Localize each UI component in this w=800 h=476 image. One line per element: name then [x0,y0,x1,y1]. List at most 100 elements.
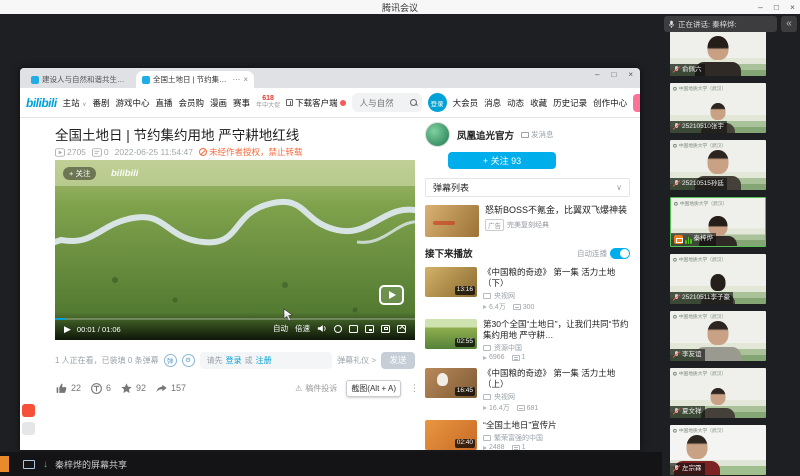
close-icon[interactable]: × [790,2,795,12]
related-video-title: 《中国粮的奇迹》 第一集 活力土地（下） [483,267,630,289]
nav-item-moments[interactable]: 动态 [507,97,524,109]
participant-tile[interactable]: 中国地质大学（武汉） 夏文祥 [670,368,766,418]
nav-item-shop[interactable]: 会员购 [179,97,205,109]
share-button[interactable]: 157 [155,382,186,395]
report-link[interactable]: ⚠ 稿件投诉 [295,383,337,394]
ad-card[interactable]: 怒斩BOSS不氪金，比翼双飞爆神装 广告 完美复刻经典 [425,205,630,237]
upload-button[interactable]: 投稿 [633,94,640,112]
participant-name: 李友谊 [682,352,702,359]
send-danmaku-button[interactable]: 发送 [381,352,415,369]
mic-active-icon [685,236,692,244]
school-logo-icon [673,371,677,375]
favorite-button[interactable]: 92 [120,382,146,395]
quality-button[interactable]: 自动 [273,323,288,334]
participant-name: 俞佩六 [682,67,702,74]
nav-item-esports[interactable]: 赛事 [233,97,250,109]
ad-desc: 完美复刻经典 [507,220,549,230]
floating-promo-icon[interactable] [22,404,35,417]
login-link[interactable]: 登录 [226,355,242,366]
progress-bar[interactable] [55,318,415,320]
nav-item-history[interactable]: 历史记录 [553,97,587,109]
autoplay-toggle[interactable] [610,248,630,259]
taskbar-alert-icon[interactable] [0,456,9,472]
play-button-icon[interactable]: ▶ [64,325,71,334]
chevron-down-icon: ∨ [82,102,86,108]
copyright-notice: 未经作者授权，禁止转载 [199,146,303,158]
collapse-sidebar-icon[interactable]: « [781,16,797,32]
danmaku-switch-icon[interactable]: 弹 [164,354,177,367]
danmaku-list-panel[interactable]: 弹幕列表 ∨ [425,178,630,197]
minimize-icon[interactable]: – [758,2,763,12]
browser-minimize-icon[interactable]: – [595,70,599,79]
follow-uploader-button[interactable]: + 关注 93 [448,152,556,169]
login-avatar-button[interactable]: 登录 [428,93,447,112]
widescreen-icon[interactable] [381,325,390,333]
virtual-bg-watermark: 中国地质大学（武汉） [673,313,726,320]
participant-tile[interactable]: 中国地质大学（武汉） 25210515孙廷 [670,140,766,190]
register-link[interactable]: 注册 [256,355,272,366]
ad-thumbnail [425,205,479,237]
subtitle-icon[interactable] [349,325,358,333]
virtual-bg-watermark: 中国地质大学（武汉） [673,427,726,434]
volume-icon[interactable] [317,324,327,333]
virtual-bg-watermark: 中国地质大学（武汉） [673,85,726,92]
related-video-item[interactable]: 02:40 “全国土地日”宣传片 繁荣富强的中国 2488 1 [425,420,630,450]
related-video-item[interactable]: 16:45 《中国粮的奇迹》 第一集 活力土地（上） 央视网 16.4万 681 [425,368,630,413]
chevron-down-icon: ∨ [616,183,622,192]
browser-tab-inactive[interactable]: 建设人与自然和谐共生的现代化 [25,71,136,88]
tab-close-icon[interactable]: × [243,75,248,84]
share-status-text: 秦梓烨的屏幕共享 [55,458,127,471]
danmaku-settings-icon[interactable]: ⚙ [182,354,195,367]
search-input[interactable]: 人与自然 [352,93,422,112]
participant-tile-speaking[interactable]: 中国地质大学（武汉） 秦梓烨 [670,197,766,247]
nav-item-messages[interactable]: 消息 [484,97,501,109]
more-options-icon[interactable]: ⋮ [410,383,419,394]
related-video-item[interactable]: 02:55 第30个全国“土地日”，让我们共同“节约集约用地 严守耕… 资源中国… [425,319,630,361]
participant-tile[interactable]: 中国地质大学（武汉） 李友谊 [670,311,766,361]
nav-item-live[interactable]: 直播 [156,97,173,109]
send-message-link[interactable]: 发消息 [521,129,554,140]
coin-button[interactable]: 6 [90,382,111,395]
time-display: 00:01 / 01:06 [77,325,121,334]
speaking-toast-text: 正在讲话: 秦梓烨: [678,19,737,30]
nav-item-home[interactable]: 主站 ∨ [63,97,87,109]
no-reprint-icon [199,148,207,156]
danmaku-input[interactable]: 请先 登录 或 注册 [200,352,333,369]
browser-tab-active[interactable]: 全国土地日 | 节约集约… ⋯ × [136,71,254,88]
participant-name: 25210511李子豪 [682,295,730,302]
star-icon [120,382,133,395]
uploader-name[interactable]: 凤凰追光官方 [457,128,514,142]
participant-tile[interactable]: 俞佩六 [670,26,766,76]
nav-item-game-center[interactable]: 游戏中心 [115,97,149,109]
browser-maximize-icon[interactable]: □ [611,70,616,79]
speed-button[interactable]: 倍速 [295,323,310,334]
danmaku-toggle-icon[interactable] [334,325,342,333]
participant-tile[interactable]: 中国地质大学（武汉） 25210510张宇 [670,83,766,133]
nav-item-manga[interactable]: 漫画 [210,97,227,109]
maximize-icon[interactable]: □ [774,2,779,12]
nav-item-creator-center[interactable]: 创作中心 [593,97,627,109]
video-player[interactable]: + 关注 bilibili ▶ 00:01 / 01:06 自动 倍速 [55,160,415,340]
participant-tile[interactable]: 中国地质大学（武汉） 左宗霖 [670,425,766,475]
related-video-item[interactable]: 13:16 《中国粮的奇迹》 第一集 活力土地（下） 央视网 6.4万 300 [425,267,630,312]
bilibili-logo[interactable]: bilibili [26,96,57,110]
player-follow-button[interactable]: + 关注 [63,167,96,180]
danmaku-etiquette-link[interactable]: 弹幕礼仪 > [337,355,376,366]
uploader-icon [483,394,491,400]
nav-item-vip[interactable]: 大会员 [453,97,479,109]
download-client-link[interactable]: 下载客户端 [286,97,346,109]
bilibili-favicon [31,76,39,84]
participant-tile[interactable]: 中国地质大学（武汉） 25210511李子豪 [670,254,766,304]
pip-icon[interactable] [365,325,374,333]
floating-top-icon[interactable] [22,422,35,435]
uploader-avatar[interactable] [425,122,450,147]
screenshot-tooltip: 截图(Alt + A) [346,380,401,397]
search-icon[interactable] [410,99,418,107]
nav-item-favorites[interactable]: 收藏 [530,97,547,109]
promo-banner[interactable]: 618 年中大促 [256,95,280,109]
browser-close-icon[interactable]: × [628,70,633,79]
related-video-title: 《中国粮的奇迹》 第一集 活力土地（上） [483,368,630,390]
like-button[interactable]: 22 [55,382,81,395]
fullscreen-icon[interactable] [397,325,406,333]
nav-item-anime[interactable]: 番剧 [92,97,109,109]
